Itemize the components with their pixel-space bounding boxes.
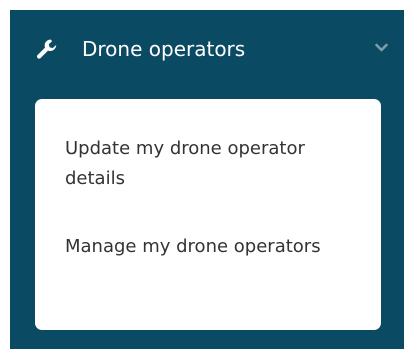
panel-title: Drone operators [82, 37, 246, 61]
menu-item-manage-operators[interactable]: Manage my drone operators [65, 232, 325, 262]
dropdown-menu: Update my drone operator details Manage … [35, 99, 381, 330]
wrench-icon [36, 39, 57, 59]
chevron-down-icon[interactable] [375, 41, 388, 54]
drone-operators-header[interactable]: Drone operators [10, 10, 404, 88]
drone-operators-panel: Drone operators Update my drone operator… [10, 10, 404, 349]
menu-item-update-operator-details[interactable]: Update my drone operator details [65, 134, 325, 194]
